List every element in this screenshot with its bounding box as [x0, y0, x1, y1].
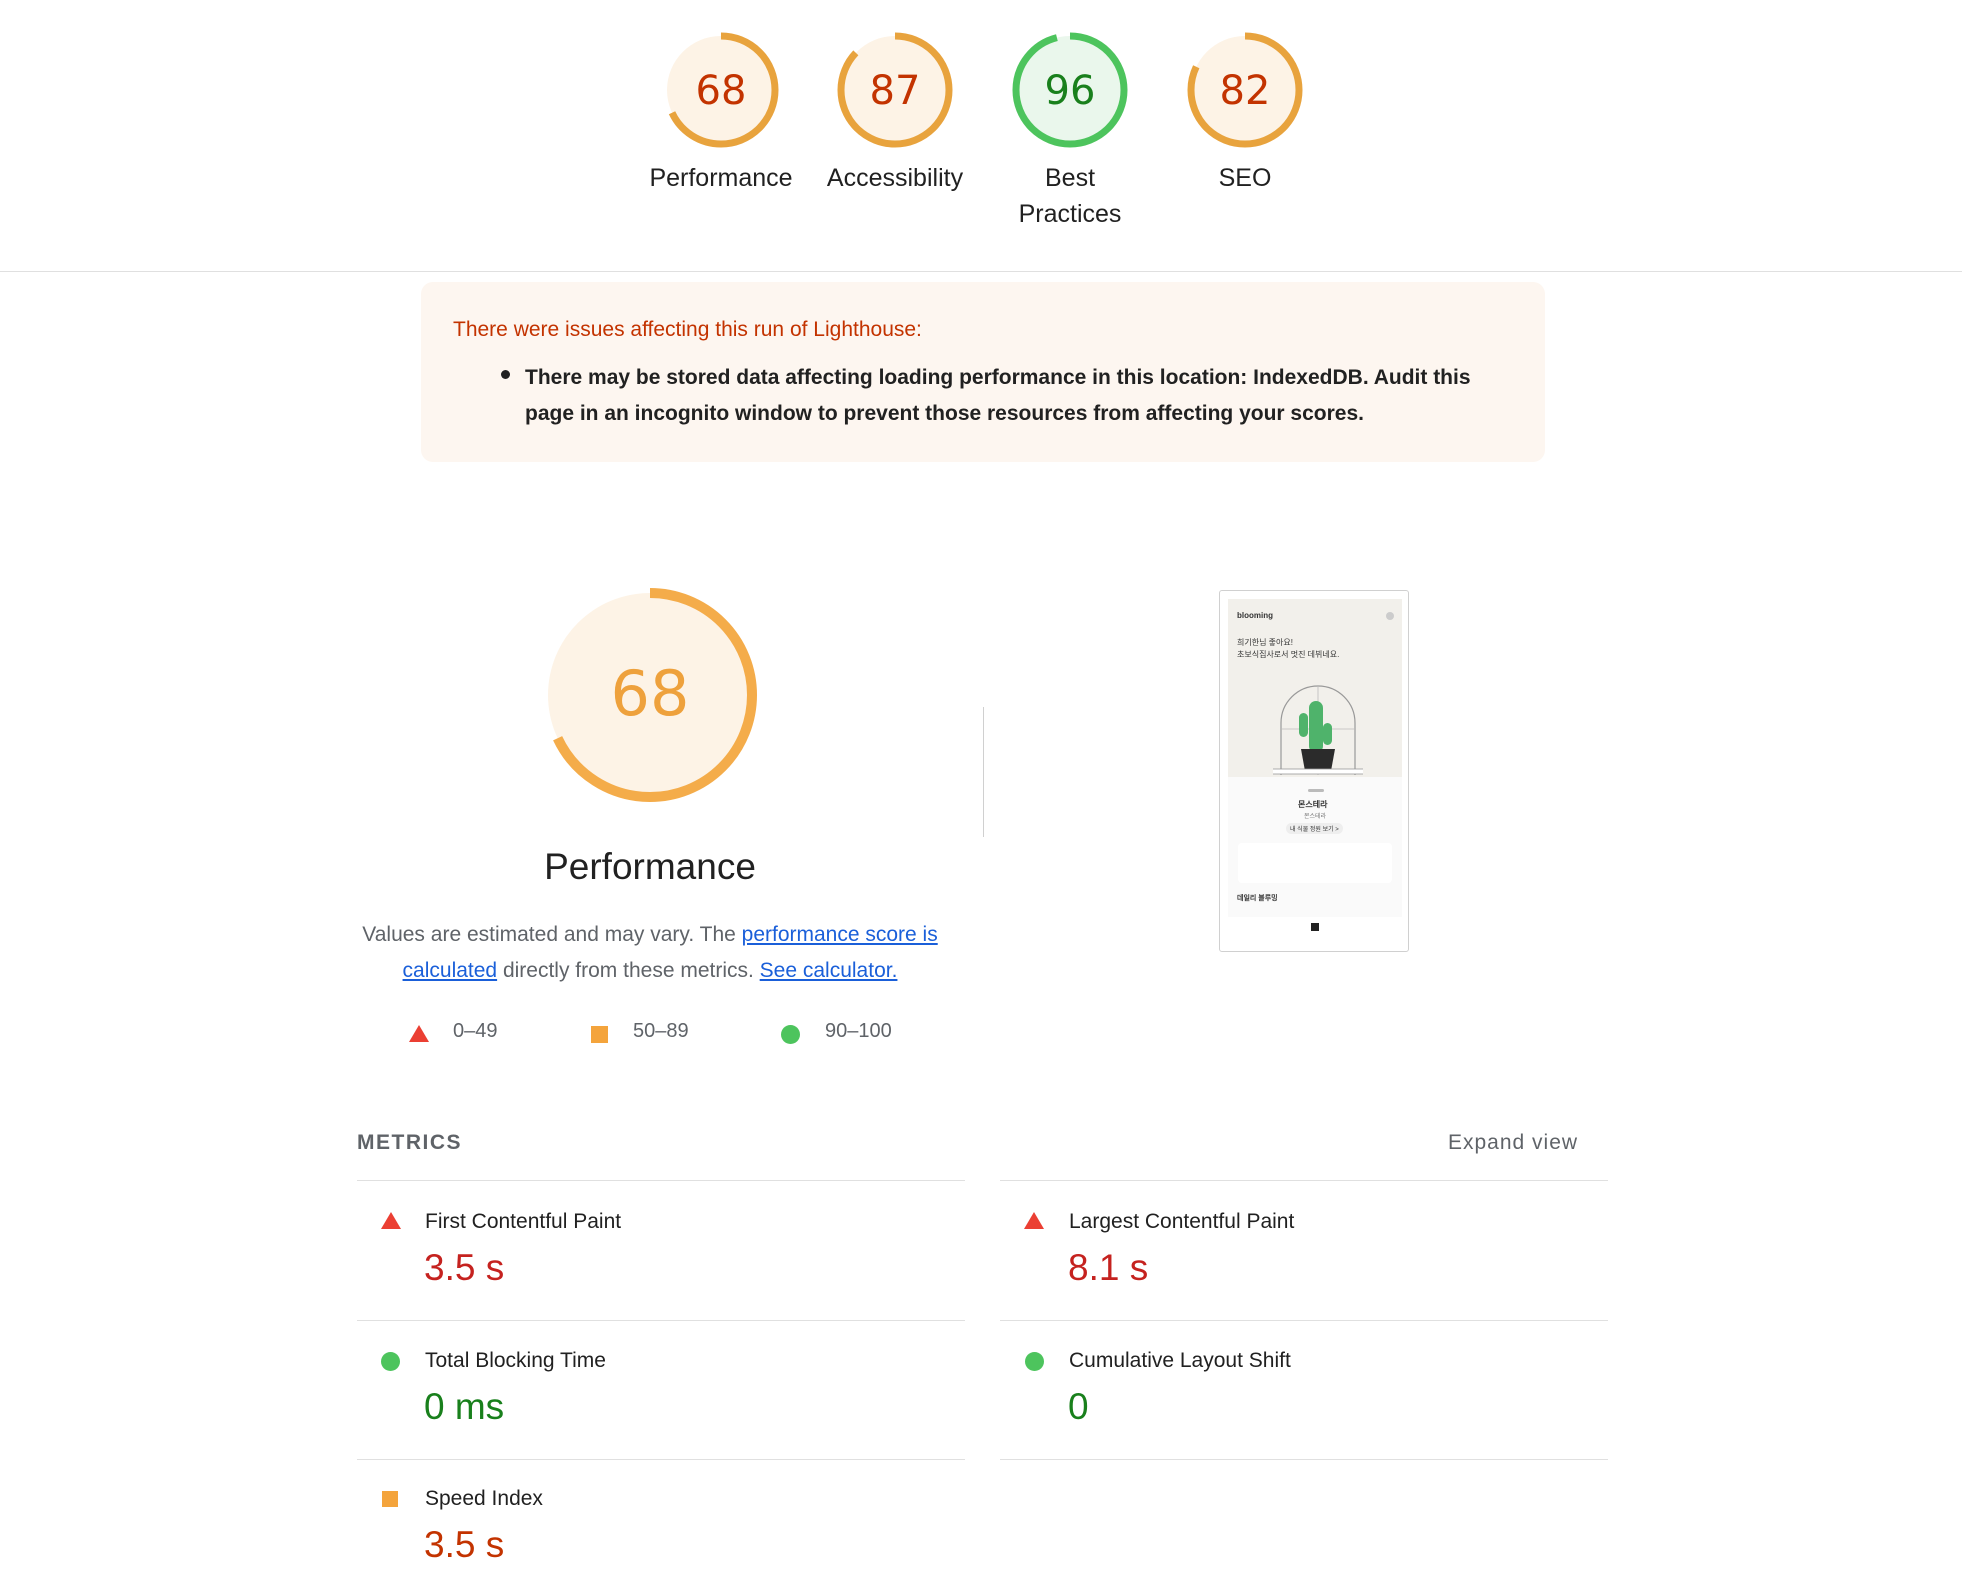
carousel-dots: [1308, 789, 1324, 792]
calculator-link[interactable]: See calculator.: [760, 959, 898, 982]
gauge-ring: 82: [1187, 32, 1303, 148]
fail-triangle-icon: [409, 1025, 429, 1042]
gauge-performance[interactable]: 68 Performance: [631, 30, 811, 196]
screenshot-stats-card: [1238, 843, 1392, 883]
performance-description: Values are estimated and may vary. The p…: [350, 917, 950, 989]
average-square-icon: [591, 1026, 608, 1043]
final-screenshot[interactable]: blooming 희기한님 좋아요! 초보식집사로서 멋진 데뷔네요. 몬스테라…: [1219, 590, 1409, 952]
performance-score: 68: [611, 657, 690, 730]
gauge-label: Performance: [649, 164, 793, 192]
metric-value: 3.5 s: [424, 1524, 505, 1565]
screenshot-home-icon: [1311, 923, 1319, 931]
pass-circle-icon: [1025, 1352, 1044, 1371]
screenshot-brand: blooming: [1237, 611, 1273, 620]
legend-pass: 90–100: [825, 1020, 892, 1042]
metric-value: 0 ms: [424, 1386, 505, 1427]
screenshot-content: blooming 희기한님 좋아요! 초보식집사로서 멋진 데뷔네요. 몬스테라…: [1228, 599, 1402, 943]
header-divider: [0, 271, 1962, 272]
metric-value: 8.1 s: [1068, 1247, 1149, 1288]
fail-triangle-icon: [1024, 1212, 1044, 1229]
legend-fail: 0–49: [453, 1020, 498, 1042]
performance-gauge: 68: [540, 585, 760, 805]
metric-label: Total Blocking Time: [425, 1349, 606, 1372]
warning-item: There may be stored data affecting loadi…: [525, 366, 1471, 425]
desc-middle: directly from these metrics.: [497, 959, 760, 982]
gauge-score: 82: [1220, 68, 1271, 114]
screenshot-plant-sub: 몬스테라: [1304, 814, 1327, 820]
gauge-label: Best Practices: [1018, 164, 1122, 228]
screenshot-plant-name: 몬스테라: [1298, 800, 1328, 809]
section-divider: [983, 707, 984, 837]
screenshot-menu-icon: [1386, 612, 1394, 620]
gauge-best-practices[interactable]: 96 Best Practices: [980, 30, 1160, 232]
metrics-divider: [357, 1459, 965, 1460]
warning-title: There were issues affecting this run of …: [453, 318, 922, 341]
gauge-score: 96: [1045, 68, 1096, 114]
gauge-ring: 87: [837, 32, 953, 148]
screenshot-section: 데일리 블루밍: [1237, 895, 1278, 902]
metrics-divider: [1000, 1180, 1608, 1181]
performance-ring: 68: [543, 588, 757, 802]
run-warnings: There were issues affecting this run of …: [421, 282, 1545, 462]
gauge-accessibility[interactable]: 87 Accessibility: [805, 30, 985, 196]
metric-value: 0: [1068, 1386, 1089, 1427]
screenshot-greeting-1: 희기한님 좋아요!: [1237, 638, 1293, 647]
average-square-icon: [382, 1491, 398, 1507]
metrics-title: METRICS: [357, 1131, 462, 1154]
cactus-illustration-icon: [1273, 685, 1363, 775]
bullet-icon: [501, 370, 510, 379]
desc-prefix: Values are estimated and may vary. The: [362, 923, 742, 946]
metrics-divider: [1000, 1320, 1608, 1321]
gauge-score: 68: [696, 68, 747, 114]
expand-view-button[interactable]: Expand view: [1448, 1131, 1578, 1155]
pass-circle-icon: [381, 1352, 400, 1371]
metric-label: Cumulative Layout Shift: [1069, 1349, 1291, 1372]
gauge-label: Accessibility: [826, 164, 964, 192]
gauge-ring: 96: [1012, 32, 1128, 148]
screenshot-cta: 내 식물 정원 보기 >: [1286, 823, 1343, 834]
gauge-ring: 68: [663, 32, 779, 148]
metric-value: 3.5 s: [424, 1247, 505, 1288]
fail-triangle-icon: [381, 1212, 401, 1229]
metric-label: Speed Index: [425, 1487, 543, 1510]
metric-label: Largest Contentful Paint: [1069, 1210, 1295, 1233]
metrics-divider: [357, 1320, 965, 1321]
metrics-divider: [357, 1180, 965, 1181]
metrics-divider: [1000, 1459, 1608, 1460]
performance-title: Performance: [544, 846, 756, 887]
legend-average: 50–89: [633, 1020, 689, 1042]
metric-label: First Contentful Paint: [425, 1210, 622, 1233]
gauge-seo[interactable]: 82 SEO: [1155, 30, 1335, 196]
gauge-label: SEO: [1218, 164, 1272, 192]
pass-circle-icon: [781, 1025, 800, 1044]
screenshot-greeting-2: 초보식집사로서 멋진 데뷔네요.: [1237, 650, 1340, 659]
gauge-score: 87: [870, 68, 921, 114]
